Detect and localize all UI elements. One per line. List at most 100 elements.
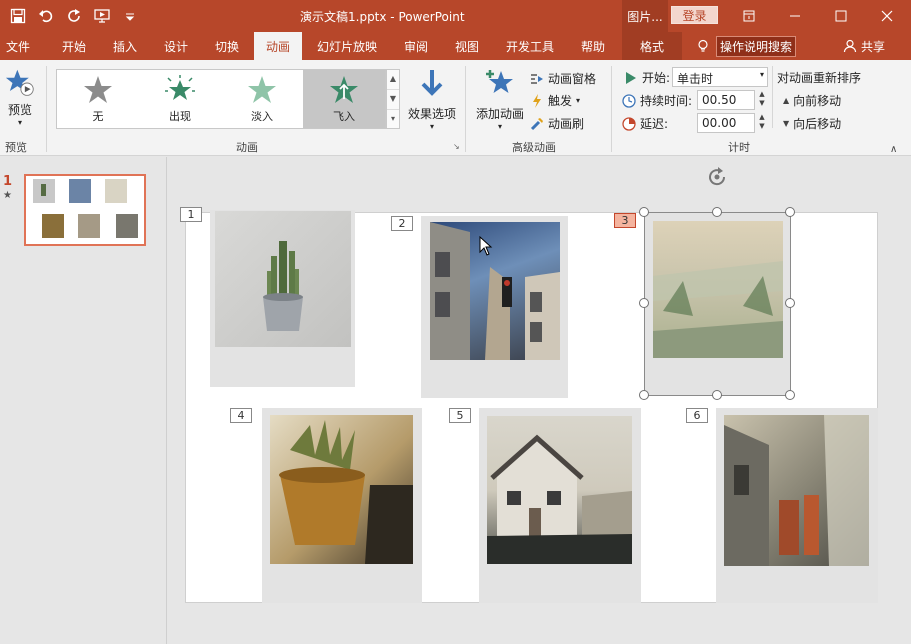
move-earlier-button[interactable]: ▲ 向前移动 xyxy=(783,92,841,109)
resize-handle-sw[interactable] xyxy=(639,390,649,400)
animation-tag-4[interactable]: 4 xyxy=(230,408,252,423)
preview-star-icon xyxy=(5,69,34,96)
move-later-button[interactable]: ▼ 向后移动 xyxy=(783,115,841,132)
minimize-icon[interactable] xyxy=(772,0,818,32)
share-button[interactable]: 共享 xyxy=(843,36,885,56)
thumb-photo xyxy=(105,179,127,203)
animation-dialog-launcher-icon[interactable]: ↘ xyxy=(453,142,460,151)
thumb-photo xyxy=(42,214,64,238)
preview-dropdown-icon[interactable]: ▾ xyxy=(3,118,37,127)
animation-none[interactable]: 无 xyxy=(57,70,139,128)
animation-tag-3[interactable]: 3 xyxy=(614,213,636,228)
photo-4-pot[interactable] xyxy=(270,415,413,564)
close-icon[interactable] xyxy=(864,0,910,32)
photo-6-alley[interactable] xyxy=(724,415,869,566)
tab-help[interactable]: 帮助 xyxy=(572,32,614,60)
maximize-icon[interactable] xyxy=(818,0,864,32)
tab-slideshow[interactable]: 幻灯片放映 xyxy=(310,32,384,60)
animation-appear[interactable]: 出现 xyxy=(139,70,221,128)
triangle-up-icon: ▲ xyxy=(783,96,790,105)
animation-pane-button[interactable]: 动画窗格 xyxy=(530,70,596,87)
tab-design[interactable]: 设计 xyxy=(154,32,198,60)
animation-painter-button[interactable]: 动画刷 xyxy=(530,115,584,132)
undo-icon[interactable] xyxy=(34,4,58,28)
delay-row: 延迟: xyxy=(622,115,668,132)
gallery-scrollbar[interactable]: ▲ ▼ ▾ xyxy=(386,69,400,129)
rotate-handle-icon[interactable] xyxy=(706,166,728,188)
animation-fade[interactable]: 淡入 xyxy=(221,70,303,128)
group-label-timing: 计时 xyxy=(728,141,750,154)
save-icon[interactable] xyxy=(6,4,30,28)
delay-spinner[interactable]: ▲ ▼ xyxy=(757,113,767,133)
paint-brush-icon xyxy=(530,117,543,130)
preview-button[interactable]: 预览 ▾ xyxy=(3,68,37,134)
tab-home[interactable]: 开始 xyxy=(52,32,96,60)
gallery-down-icon[interactable]: ▼ xyxy=(387,90,399,110)
tab-animations[interactable]: 动画 xyxy=(254,32,302,60)
slide-thumbnail[interactable] xyxy=(24,174,146,246)
divider xyxy=(772,66,773,128)
tab-transitions[interactable]: 切换 xyxy=(205,32,249,60)
gallery-up-icon[interactable]: ▲ xyxy=(387,70,399,90)
resize-handle-ne[interactable] xyxy=(785,207,795,217)
resize-handle-se[interactable] xyxy=(785,390,795,400)
clock-icon xyxy=(622,93,636,108)
resize-handle-s[interactable] xyxy=(712,390,722,400)
play-icon xyxy=(626,71,636,84)
tab-view[interactable]: 视图 xyxy=(446,32,488,60)
trigger-button[interactable]: 触发 ▾ xyxy=(530,92,580,109)
tell-me-input[interactable]: 操作说明搜索 xyxy=(716,35,797,57)
animation-tag-6[interactable]: 6 xyxy=(686,408,708,423)
animation-pane-label: 动画窗格 xyxy=(548,72,597,86)
pot-illustration xyxy=(279,420,413,564)
tab-review[interactable]: 审阅 xyxy=(395,32,437,60)
customize-qat-icon[interactable] xyxy=(118,4,142,28)
star-fly-in-icon xyxy=(330,76,358,103)
move-earlier-label: 向前移动 xyxy=(793,94,842,108)
start-row: 开始: xyxy=(624,69,670,86)
thumb-photo xyxy=(116,214,138,238)
start-value: 单击时 xyxy=(677,72,714,86)
animation-tag-1[interactable]: 1 xyxy=(180,207,202,222)
animation-tag-2[interactable]: 2 xyxy=(391,216,413,231)
duration-spinner[interactable]: ▲ ▼ xyxy=(757,90,767,110)
present-from-start-icon[interactable] xyxy=(90,4,114,28)
redo-icon[interactable] xyxy=(62,4,86,28)
login-button[interactable]: 登录 xyxy=(671,6,718,24)
divider xyxy=(611,66,612,152)
tab-insert[interactable]: 插入 xyxy=(103,32,147,60)
resize-handle-w[interactable] xyxy=(639,298,649,308)
add-animation-dropdown-icon: ▾ xyxy=(497,122,502,131)
resize-handle-e[interactable] xyxy=(785,298,795,308)
house-illustration xyxy=(487,434,632,564)
photo-1-cactus[interactable] xyxy=(215,211,351,347)
resize-handle-nw[interactable] xyxy=(639,207,649,217)
ribbon-display-options-icon[interactable] xyxy=(726,0,772,32)
duration-label: 持续时间: xyxy=(640,94,693,108)
add-animation-button[interactable]: 添加动画 ▾ xyxy=(473,68,527,136)
animation-tag-5[interactable]: 5 xyxy=(449,408,471,423)
tab-format[interactable]: 格式 xyxy=(622,32,682,60)
tell-me[interactable]: 操作说明搜索 xyxy=(696,35,797,57)
animation-fly-in[interactable]: 飞入 xyxy=(303,70,385,128)
divider xyxy=(465,66,466,152)
start-select[interactable]: 单击时 ▾ xyxy=(672,67,768,87)
animation-appear-label: 出现 xyxy=(169,110,191,123)
photo-2-street[interactable] xyxy=(430,222,560,360)
thumb-photo xyxy=(78,214,100,238)
group-label-advanced: 高级动画 xyxy=(512,141,556,154)
preview-label: 预览 xyxy=(7,103,32,117)
tab-developer[interactable]: 开发工具 xyxy=(498,32,562,60)
effect-options-button[interactable]: 效果选项 ▾ xyxy=(404,68,460,136)
resize-handle-n[interactable] xyxy=(712,207,722,217)
photo-5-house[interactable] xyxy=(487,416,632,564)
delay-input[interactable]: 00.00 xyxy=(697,113,755,133)
effect-options-dropdown-icon: ▾ xyxy=(429,122,434,131)
person-icon xyxy=(843,39,857,53)
collapse-ribbon-icon[interactable]: ∧ xyxy=(890,144,897,155)
duration-input[interactable]: 00.50 xyxy=(697,90,755,110)
cactus-illustration xyxy=(263,241,303,331)
gallery-more-icon[interactable]: ▾ xyxy=(387,110,399,130)
tab-file[interactable]: 文件 xyxy=(0,32,36,60)
animation-gallery: 无 出现 淡入 飞入 xyxy=(56,69,386,129)
